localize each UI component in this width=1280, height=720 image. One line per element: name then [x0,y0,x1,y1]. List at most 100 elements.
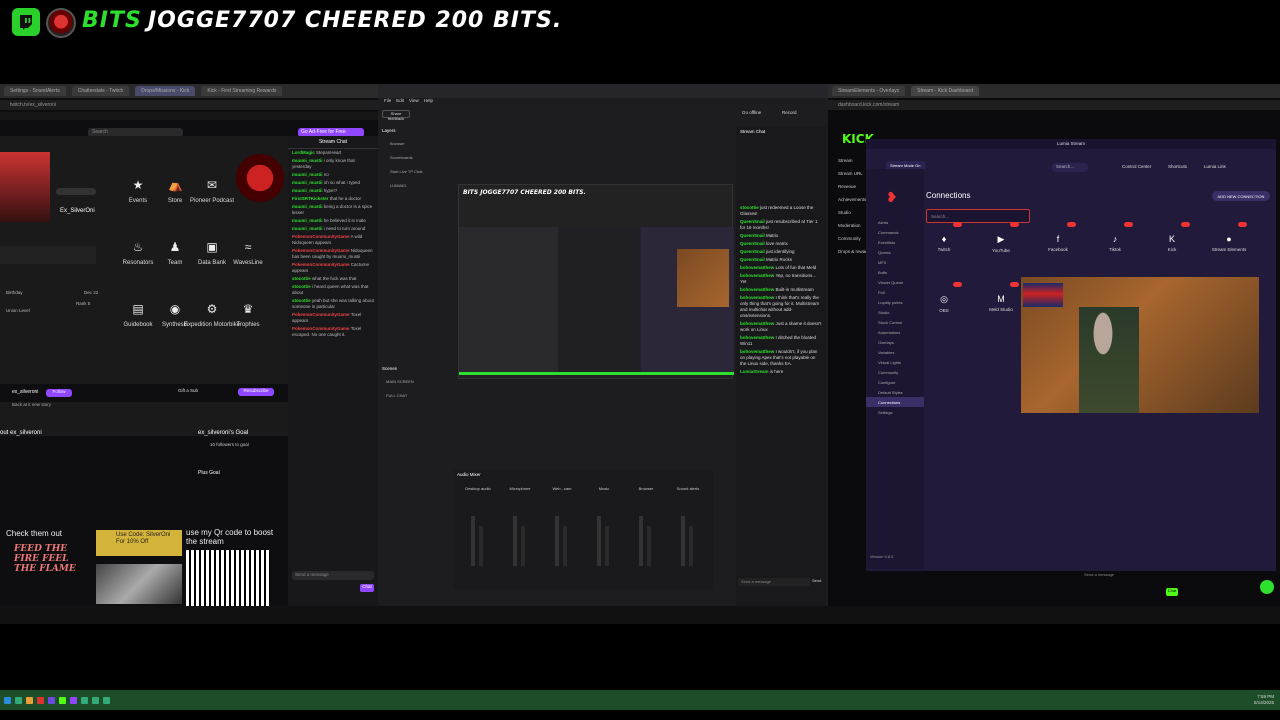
menu-wavesline[interactable]: ≈ WavesLine [218,240,278,266]
lumia-nav-item[interactable]: Quests [866,247,924,257]
chat-username[interactable]: LumiaStream [740,369,769,374]
chat-username[interactable]: muumi_mustii [292,172,323,177]
feed-the-fire-panel[interactable]: FEED THE FIRE FEEL THE FLAME [14,544,84,584]
scene-item[interactable]: MAIN SCREEN [386,375,448,389]
lumia-nav-item[interactable]: Poll [866,287,924,297]
volume-fader[interactable] [471,516,475,566]
app-icon[interactable] [81,696,88,704]
connection-toggle[interactable] [953,282,962,287]
chat-username[interactable]: stocottie [292,276,311,281]
lumia-nav-item[interactable]: Stock Control [866,317,924,327]
browser-tab[interactable]: Settings - SoundAlerts [4,86,66,96]
control-center-link[interactable]: Control Center [1122,164,1151,169]
lumia-nav-item[interactable]: MFX [866,257,924,267]
connection-toggle[interactable] [1010,282,1019,287]
connection-toggle[interactable] [1181,222,1190,227]
search-icon[interactable] [15,696,22,704]
menu-edit[interactable]: Edit [396,98,404,103]
chat-username[interactable]: bohovematthew [740,265,774,270]
volume-fader[interactable] [513,516,517,566]
lumia-nav-item[interactable]: Variables [866,347,924,357]
browser-tab[interactable]: Stream - Kick Dashboard [911,86,979,96]
kick-nav-item[interactable]: Moderation [828,219,866,232]
qr-code[interactable] [186,550,270,606]
chat-username[interactable]: QueenSnail [740,257,765,262]
browser-tab[interactable]: Drops/Missions - Kick [135,86,196,96]
global-search[interactable]: Search... [1052,163,1088,172]
kick-chat-send-button[interactable]: Chat [1166,588,1178,596]
connection-tile[interactable]: ♪ Tiktok [1097,222,1133,252]
chat-username[interactable]: QueenSnail [740,233,765,238]
app-icon[interactable] [103,696,110,704]
connection-toggle[interactable] [1238,222,1247,227]
chat-username[interactable]: muumi_mustii [292,204,323,209]
gift-sub-button[interactable]: Gift a Sub [178,388,202,396]
chat-input[interactable]: Send a message [292,571,374,580]
chat-username[interactable]: FirstSRTKickster [292,196,329,201]
volume-fader[interactable] [681,516,685,566]
chat-username[interactable]: muumi_mustii [292,158,323,163]
connection-toggle[interactable] [1010,222,1019,227]
menu-view[interactable]: View [409,98,419,103]
lumia-nav-item[interactable]: Loyalty points [866,297,924,307]
share-feedback-button[interactable]: Share feedback [382,110,410,121]
browser-tab[interactable]: StreamElements - Overlays [832,86,906,96]
record-button[interactable]: Record [782,110,802,118]
kick-nav-item[interactable]: Studio [828,206,866,219]
promo-code-panel[interactable]: Use Code: SilverOni For 10% Off [96,530,182,556]
lumia-nav-item[interactable]: Virtual Lights [866,357,924,367]
chat-username[interactable]: LordMagic [292,150,315,155]
kick-chat-input[interactable]: Send a message [1084,572,1176,580]
kick-nav-item[interactable]: Revenue [828,180,866,193]
kick-nav-item[interactable]: Achievements [828,193,866,206]
start-icon[interactable] [4,696,11,704]
chat-username[interactable]: QueenSnail [740,241,765,246]
chat-username[interactable]: stocottie [740,205,759,210]
lumia-nav-item[interactable]: Settings [866,407,924,417]
chat-bubble-icon[interactable] [1260,580,1274,594]
menu-file[interactable]: File [384,98,391,103]
lumia-nav-item[interactable]: Alerts [866,217,924,227]
layer-item[interactable]: Start Live TP Chat [390,165,448,179]
chat-username[interactable]: muumi_mustii [292,218,323,223]
chat-username[interactable]: QueenSnail [740,219,765,224]
kick-nav-item[interactable]: Stream [828,154,866,167]
discord-icon[interactable] [48,696,55,704]
address-bar[interactable]: dashboard.kick.com/stream [828,100,1280,110]
add-connection-button[interactable]: ADD NEW CONNECTION [1212,191,1270,201]
lumia-nav-item[interactable]: Buffs [866,267,924,277]
chat-username[interactable]: bohovematthew [740,321,774,326]
scene-item[interactable]: FULL CHAT [386,389,448,403]
file-explorer-icon[interactable] [26,696,33,704]
go-offline-button[interactable]: Go offline [742,110,768,118]
connections-search-input[interactable]: Search... [926,209,1030,223]
lumia-nav-item[interactable]: Viewer Queue [866,277,924,287]
lumia-nav-item[interactable]: Studio [866,307,924,317]
connection-tile[interactable]: ● Stream Elements [1211,222,1247,252]
layer-item[interactable]: LUMIAID [390,179,448,193]
chat-send-button[interactable]: Send [812,578,824,586]
address-bar[interactable]: twitch.tv/ex_silveroni [0,100,378,110]
chat-username[interactable]: PokemonCommunityGame [292,312,350,317]
kick-nav-item[interactable]: Drops & rewards [828,245,872,258]
clock[interactable]: 7:59 PM 5/14/2025 [1254,694,1274,706]
chat-username[interactable]: bohovematthew [740,335,774,340]
chat-username[interactable]: muumi_mustii [292,188,323,193]
chat-username[interactable]: QueenSnail [740,249,765,254]
kick-nav-item[interactable]: Stream URL [828,167,866,180]
volume-fader[interactable] [597,516,601,566]
chat-username[interactable]: bohovematthew [740,295,774,300]
chat-username[interactable]: PokemonCommunityGame [292,234,350,239]
connection-tile[interactable]: ◎ OBS [926,282,962,313]
connection-tile[interactable]: f Facebook [1040,222,1076,252]
connection-tile[interactable]: ▶ YouTube [983,222,1019,253]
lumia-nav-item[interactable]: Automations [866,327,924,337]
kick-icon[interactable] [59,696,66,704]
chat-input[interactable]: Send a message [738,578,810,586]
lumia-nav-item[interactable]: Community [866,367,924,377]
chat-username[interactable]: bohovematthew [740,287,774,292]
lumia-nav-item[interactable]: Eventlists [866,237,924,247]
lumia-nav-item[interactable]: Commands [866,227,924,237]
chat-username[interactable]: PokemonCommunityGame [292,262,350,267]
lumia-nav-item[interactable]: Default Styles [866,387,924,397]
